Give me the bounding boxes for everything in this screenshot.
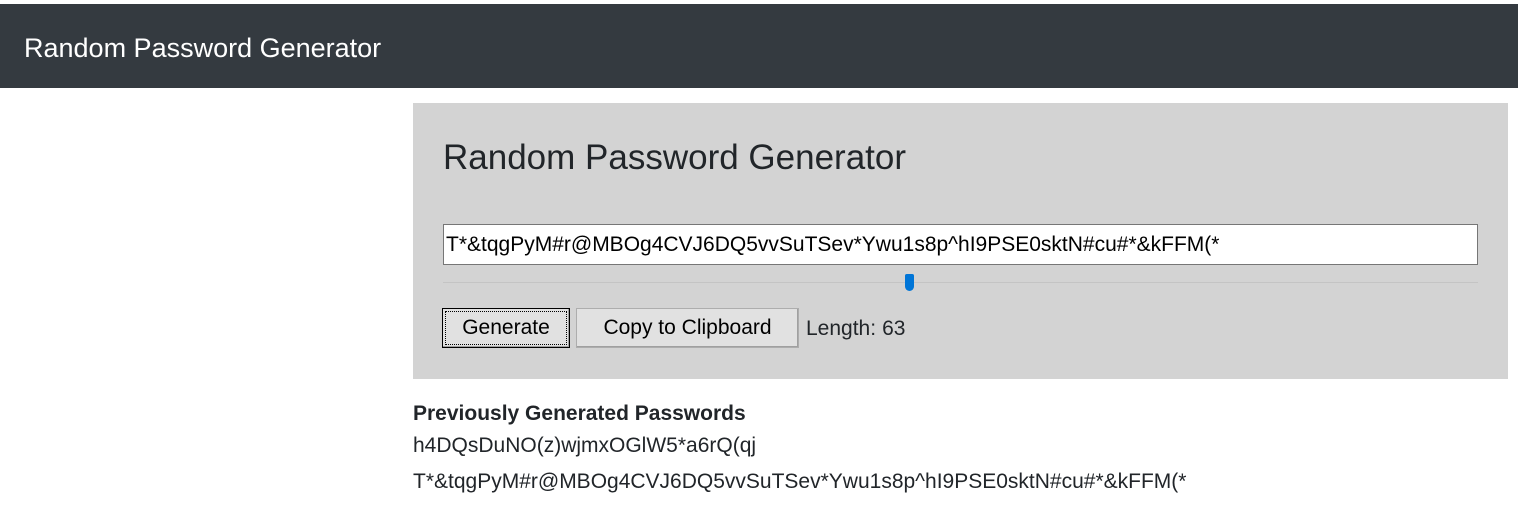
length-label: Length: — [806, 317, 877, 340]
generate-button[interactable]: Generate — [442, 308, 570, 348]
generator-panel: Random Password Generator Generate Copy … — [413, 103, 1508, 379]
password-history: Previously Generated Passwords h4DQsDuNO… — [413, 400, 1413, 500]
history-title: Previously Generated Passwords — [413, 402, 746, 425]
length-display: Length: 63 — [806, 317, 905, 341]
length-slider[interactable] — [443, 274, 1478, 294]
copy-to-clipboard-button[interactable]: Copy to Clipboard — [576, 308, 799, 348]
navbar-brand[interactable]: Random Password Generator — [24, 31, 381, 65]
password-field[interactable] — [443, 224, 1478, 265]
slider-track[interactable] — [443, 282, 1478, 283]
history-item: T*&tqgPyM#r@MBOg4CVJ6DQ5vvSuTSev*Ywu1s8p… — [413, 470, 1187, 493]
length-value: 63 — [882, 317, 906, 340]
navbar: Random Password Generator — [0, 4, 1518, 88]
slider-thumb[interactable] — [905, 274, 914, 291]
history-item: h4DQsDuNO(z)wjmxOGlW5*a6rQ(qj — [413, 434, 757, 457]
generator-title: Random Password Generator — [443, 138, 906, 177]
